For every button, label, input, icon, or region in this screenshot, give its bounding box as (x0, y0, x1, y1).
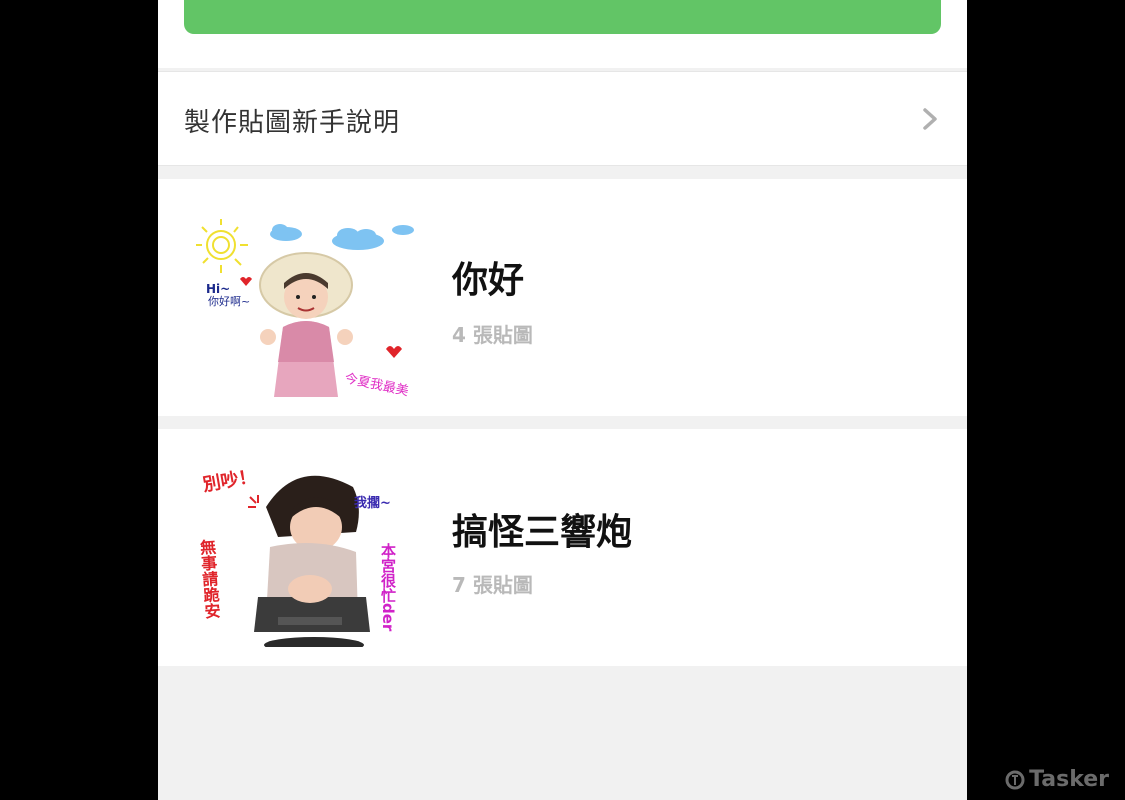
sticker-set-card[interactable]: Hi~ 你好啊~ 今夏我最美 你好 4 張貼圖 (158, 179, 967, 416)
label-right-top-text: 我擱~ (354, 495, 391, 511)
sticker-set-title: 你好 (452, 260, 525, 301)
label-left-text: 無事請跪安 (196, 537, 221, 620)
sticker-count: 7 張貼圖 (452, 573, 533, 597)
greeting-text: Hi~ (206, 282, 230, 296)
tasker-logo-icon (1005, 770, 1025, 789)
label-top-text: 別吵！ (201, 465, 258, 496)
greeting-sub-text: 你好啊~ (208, 294, 250, 308)
sticker-thumbnail: 別吵！ 我擱~ 無事請跪安 本宮很忙der (196, 465, 397, 647)
sticker-set-card[interactable]: 別吵！ 我擱~ 無事請跪安 本宮很忙der 搞怪三響炮 7 張貼圖 (158, 429, 967, 666)
sticker-guide-row[interactable]: 製作貼圖新手說明 (158, 71, 967, 166)
sticker-thumbnail: Hi~ 你好啊~ 今夏我最美 (196, 219, 414, 397)
caption-text: 今夏我最美 (343, 370, 410, 397)
tasker-watermark: Tasker (1005, 767, 1109, 792)
sticker-set-title: 搞怪三響炮 (452, 512, 633, 553)
sticker-count: 4 張貼圖 (452, 323, 533, 347)
app-screen: 製作貼圖新手說明 Hi~ 你好啊~ 今夏我最美 你好 4 張貼圖 別吵！ 我擱~… (158, 0, 967, 800)
label-right-text: 本宮很忙der (379, 542, 397, 632)
top-section (158, 0, 967, 68)
guide-label: 製作貼圖新手說明 (184, 108, 401, 138)
chevron-right-icon (923, 108, 937, 130)
watermark-text: Tasker (1029, 767, 1109, 792)
primary-action-button[interactable] (184, 0, 941, 34)
